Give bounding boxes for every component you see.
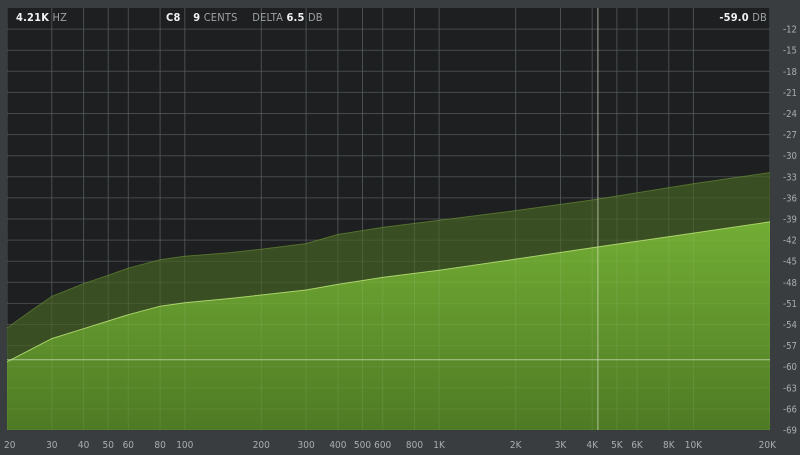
x-tick-label: 80 xyxy=(154,440,166,451)
y-tick-label: -15 xyxy=(783,46,797,57)
y-tick-label: -45 xyxy=(783,257,797,268)
delta-value: 6.5 xyxy=(286,11,305,24)
y-tick-label: -42 xyxy=(783,236,797,247)
x-tick-label: 40 xyxy=(78,440,90,451)
x-tick-label: 300 xyxy=(298,440,315,451)
x-tick-label: 2K xyxy=(510,440,523,451)
frequency-unit: HZ xyxy=(52,11,68,24)
delta-unit: DB xyxy=(307,11,323,24)
x-tick-label: 30 xyxy=(46,440,58,451)
y-tick-label: -60 xyxy=(783,362,797,373)
x-tick-label: 100 xyxy=(176,440,193,451)
y-tick-label: -69 xyxy=(783,426,797,437)
x-tick-label: 800 xyxy=(406,440,423,451)
x-tick-label: 600 xyxy=(374,440,391,451)
x-tick-label: 5K xyxy=(611,440,624,451)
cents-unit: CENTS xyxy=(203,11,238,24)
spectrum-curves xyxy=(7,8,770,430)
y-tick-label: -21 xyxy=(783,88,797,99)
x-tick-label: 500 xyxy=(354,440,371,451)
spectrum-analyzer[interactable]: 20 30 40 50 60 80 100 200 300 400 500 600 800 1K 2K 3K 4… xyxy=(0,0,800,455)
pitch-readout: C8 9 CENTS DELTA 6.5 DB xyxy=(166,11,323,25)
y-tick-label: -63 xyxy=(783,383,797,394)
y-tick-label: -30 xyxy=(783,151,797,162)
y-tick-label: -54 xyxy=(783,320,797,331)
y-tick-label: -51 xyxy=(783,299,797,310)
x-tick-label: 20 xyxy=(4,440,16,451)
x-tick-label: 8K xyxy=(663,440,676,451)
x-tick-label: 3K xyxy=(555,440,568,451)
level-unit: DB xyxy=(752,11,767,24)
x-tick-label: 1K xyxy=(433,440,446,451)
y-tick-label: -39 xyxy=(783,215,797,226)
y-tick-label: -12 xyxy=(783,25,797,36)
y-tick-label: -57 xyxy=(783,341,797,352)
y-tick-label: -24 xyxy=(783,109,797,120)
frequency-value: 4.21K xyxy=(16,11,50,24)
y-tick-label: -18 xyxy=(783,67,797,78)
x-tick-label: 10K xyxy=(685,440,703,451)
x-tick-label: 4K xyxy=(586,440,599,451)
x-tick-label: 50 xyxy=(102,440,114,451)
level-value: -59.0 xyxy=(719,11,749,24)
x-tick-label: 20K xyxy=(759,440,777,451)
delta-label: DELTA xyxy=(252,11,284,24)
x-tick-label: 400 xyxy=(329,440,346,451)
x-tick-label: 60 xyxy=(123,440,135,451)
y-tick-label: -27 xyxy=(783,130,797,141)
y-tick-label: -48 xyxy=(783,278,797,289)
x-tick-label: 6K xyxy=(631,440,644,451)
frequency-readout: 4.21K HZ xyxy=(16,11,67,25)
note-value: C8 xyxy=(166,11,181,24)
y-tick-label: -66 xyxy=(783,404,797,415)
x-tick-label: 200 xyxy=(253,440,270,451)
cents-value: 9 xyxy=(193,11,201,24)
y-tick-label: -36 xyxy=(783,193,797,204)
y-tick-label: -33 xyxy=(783,172,797,183)
level-readout: -59.0 DB xyxy=(719,11,767,25)
